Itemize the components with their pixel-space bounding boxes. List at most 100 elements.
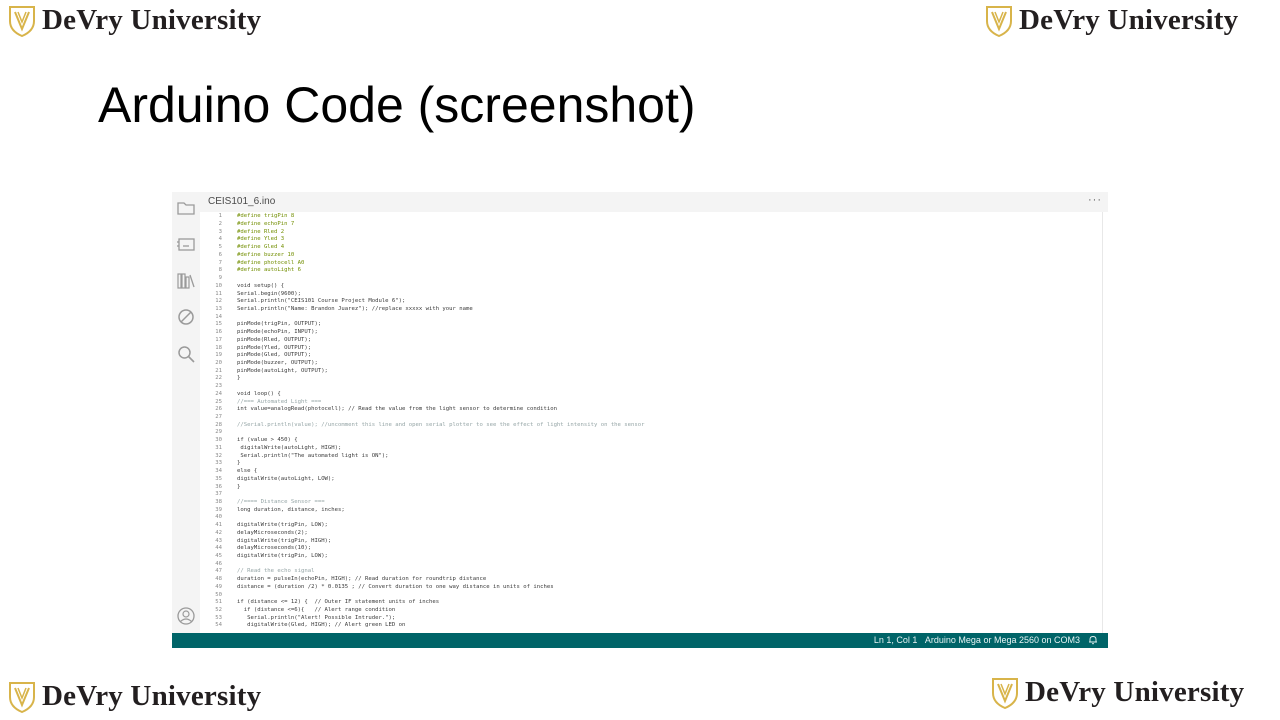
library-icon[interactable] bbox=[176, 271, 196, 291]
line-number: 53 bbox=[215, 614, 222, 621]
code-line[interactable]: 9 bbox=[200, 275, 1100, 283]
code-text: pinMode(Rled, OUTPUT); bbox=[237, 336, 312, 343]
code-line[interactable]: 26 int value=analogRead(photocell); // Re… bbox=[200, 406, 1100, 414]
account-icon[interactable] bbox=[176, 606, 196, 626]
code-line[interactable]: 27 bbox=[200, 414, 1100, 422]
notification-bell-icon[interactable] bbox=[1088, 635, 1098, 645]
line-number: 18 bbox=[215, 344, 222, 351]
code-line[interactable]: 3 #define Rled 2 bbox=[200, 229, 1100, 237]
code-line[interactable]: 37 bbox=[200, 491, 1100, 499]
code-line[interactable]: 21 pinMode(autoLight, OUTPUT); bbox=[200, 368, 1100, 376]
code-line[interactable]: 38 //==== Distance Sensor === bbox=[200, 499, 1100, 507]
code-text: } bbox=[237, 460, 241, 467]
brand-name: DeVry University bbox=[42, 680, 262, 712]
editor-tab-bar: CEIS101_6.ino ··· bbox=[200, 192, 1108, 212]
code-line[interactable]: 28 //Serial.println(value); //uncomment t… bbox=[200, 422, 1100, 430]
code-line[interactable]: 31 digitalWrite(autoLight, HIGH); bbox=[200, 445, 1100, 453]
code-line[interactable]: 22} bbox=[200, 375, 1100, 383]
code-line[interactable]: 47 // Read the echo signal bbox=[200, 568, 1100, 576]
debug-icon[interactable] bbox=[176, 307, 196, 327]
code-text: #define autoLight 6 bbox=[237, 267, 301, 274]
cursor-position[interactable]: Ln 1, Col 1 bbox=[874, 635, 918, 645]
code-text: void loop() { bbox=[237, 390, 281, 397]
activity-sidebar bbox=[172, 192, 200, 633]
code-line[interactable]: 54 digitalWrite(Gled, HIGH); // Alert gr… bbox=[200, 622, 1100, 630]
code-text: digitalWrite(Gled, HIGH); // Alert green… bbox=[237, 622, 406, 629]
code-text: int value=analogRead(photocell); // Read… bbox=[237, 406, 557, 413]
tab-sketch-file[interactable]: CEIS101_6.ino bbox=[208, 196, 275, 207]
code-line[interactable]: 6 #define buzzer 10 bbox=[200, 252, 1100, 260]
code-line[interactable]: 15 pinMode(trigPin, OUTPUT); bbox=[200, 321, 1100, 329]
code-line[interactable]: 17 pinMode(Rled, OUTPUT); bbox=[200, 337, 1100, 345]
editor-scrollbar[interactable] bbox=[1102, 212, 1103, 633]
code-line[interactable]: 35 digitalWrite(autoLight, LOW); bbox=[200, 476, 1100, 484]
line-number: 15 bbox=[215, 321, 222, 328]
code-line[interactable]: 44 delayMicroseconds(10); bbox=[200, 545, 1100, 553]
line-number: 19 bbox=[215, 352, 222, 359]
code-editor[interactable]: 1 #define trigPin 8 2 #define echoPin 7 3 #de… bbox=[200, 212, 1102, 633]
code-line[interactable]: 18 pinMode(Yled, OUTPUT); bbox=[200, 345, 1100, 353]
code-line[interactable]: 39 long duration, distance, inches; bbox=[200, 507, 1100, 515]
code-line[interactable]: 49 distance = (duration /2) * 0.0135 ; //… bbox=[200, 584, 1100, 592]
code-line[interactable]: 30 if (value > 450) { bbox=[200, 437, 1100, 445]
code-line[interactable]: 24 void loop() { bbox=[200, 391, 1100, 399]
code-line[interactable]: 51 if (distance <= 12) { // Outer IF stat… bbox=[200, 599, 1100, 607]
line-number: 33 bbox=[215, 460, 222, 467]
code-line[interactable]: 43 digitalWrite(trigPin, HIGH); bbox=[200, 538, 1100, 546]
code-line[interactable]: 16 pinMode(echoPin, INPUT); bbox=[200, 329, 1100, 337]
code-line[interactable]: 46 bbox=[200, 561, 1100, 569]
search-icon[interactable] bbox=[176, 344, 196, 364]
code-line[interactable]: 12 Serial.println("CEIS101 Course Project… bbox=[200, 298, 1100, 306]
code-text: pinMode(autoLight, OUTPUT); bbox=[237, 367, 328, 374]
line-number: 34 bbox=[215, 468, 222, 475]
line-number: 44 bbox=[215, 545, 222, 552]
folder-icon[interactable] bbox=[176, 198, 196, 218]
code-line[interactable]: 4 #define Yled 3 bbox=[200, 236, 1100, 244]
line-number: 42 bbox=[215, 529, 222, 536]
line-number: 12 bbox=[215, 298, 222, 305]
line-number: 36 bbox=[215, 483, 222, 490]
code-line[interactable]: 25 //=== Automated Light === bbox=[200, 399, 1100, 407]
code-line[interactable]: 11 Serial.begin(9600); bbox=[200, 291, 1100, 299]
code-text: } bbox=[237, 483, 241, 490]
code-line[interactable]: 36} bbox=[200, 484, 1100, 492]
code-line[interactable]: 50 bbox=[200, 592, 1100, 600]
line-number: 7 bbox=[218, 259, 222, 266]
code-line[interactable]: 42 delayMicroseconds(2); bbox=[200, 530, 1100, 538]
code-line[interactable]: 34 else { bbox=[200, 468, 1100, 476]
shield-logo-icon bbox=[986, 5, 1012, 37]
code-line[interactable]: 20 pinMode(buzzer, OUTPUT); bbox=[200, 360, 1100, 368]
code-line[interactable]: 19 pinMode(Gled, OUTPUT); bbox=[200, 352, 1100, 360]
devry-logo-top-right: DeVry University bbox=[985, 4, 1238, 37]
code-line[interactable]: 48 duration = pulseIn(echoPin, HIGH); // … bbox=[200, 576, 1100, 584]
more-options-button[interactable]: ··· bbox=[1088, 194, 1102, 206]
code-line[interactable]: 32 Serial.println("The automated light i… bbox=[200, 453, 1100, 461]
line-number: 32 bbox=[215, 452, 222, 459]
code-line[interactable]: 8 #define autoLight 6 bbox=[200, 267, 1100, 275]
board-port[interactable]: Arduino Mega or Mega 2560 on COM3 bbox=[925, 635, 1080, 645]
code-line[interactable]: 5 #define Gled 4 bbox=[200, 244, 1100, 252]
code-text: digitalWrite(trigPin, LOW); bbox=[237, 552, 328, 559]
code-line[interactable]: 45 digitalWrite(trigPin, LOW); bbox=[200, 553, 1100, 561]
code-line[interactable]: 23 bbox=[200, 383, 1100, 391]
line-number: 11 bbox=[215, 290, 222, 297]
code-text: #define Rled 2 bbox=[237, 228, 285, 235]
code-line[interactable]: 2 #define echoPin 7 bbox=[200, 221, 1100, 229]
line-number: 40 bbox=[215, 514, 222, 521]
board-manager-icon[interactable] bbox=[176, 234, 196, 254]
code-line[interactable]: 10 void setup() { bbox=[200, 283, 1100, 291]
line-number: 28 bbox=[215, 421, 222, 428]
line-number: 8 bbox=[218, 267, 222, 274]
code-line[interactable]: 41 digitalWrite(trigPin, LOW); bbox=[200, 522, 1100, 530]
code-line[interactable]: 52 if (distance <=6){ // Alert range con… bbox=[200, 607, 1100, 615]
code-line[interactable]: 53 Serial.println("Alert! Possible Intru… bbox=[200, 615, 1100, 623]
code-line[interactable]: 13 Serial.println("Name: Brandon Juarez")… bbox=[200, 306, 1100, 314]
code-line[interactable]: 14 bbox=[200, 314, 1100, 322]
code-line[interactable]: 33} bbox=[200, 460, 1100, 468]
code-line[interactable]: 29 bbox=[200, 429, 1100, 437]
code-text: digitalWrite(trigPin, LOW); bbox=[237, 522, 328, 529]
code-line[interactable]: 40 bbox=[200, 514, 1100, 522]
code-line[interactable]: 7 #define photocell A0 bbox=[200, 260, 1100, 268]
code-text: Serial.begin(9600); bbox=[237, 290, 301, 297]
code-line[interactable]: 1 #define trigPin 8 bbox=[200, 213, 1100, 221]
